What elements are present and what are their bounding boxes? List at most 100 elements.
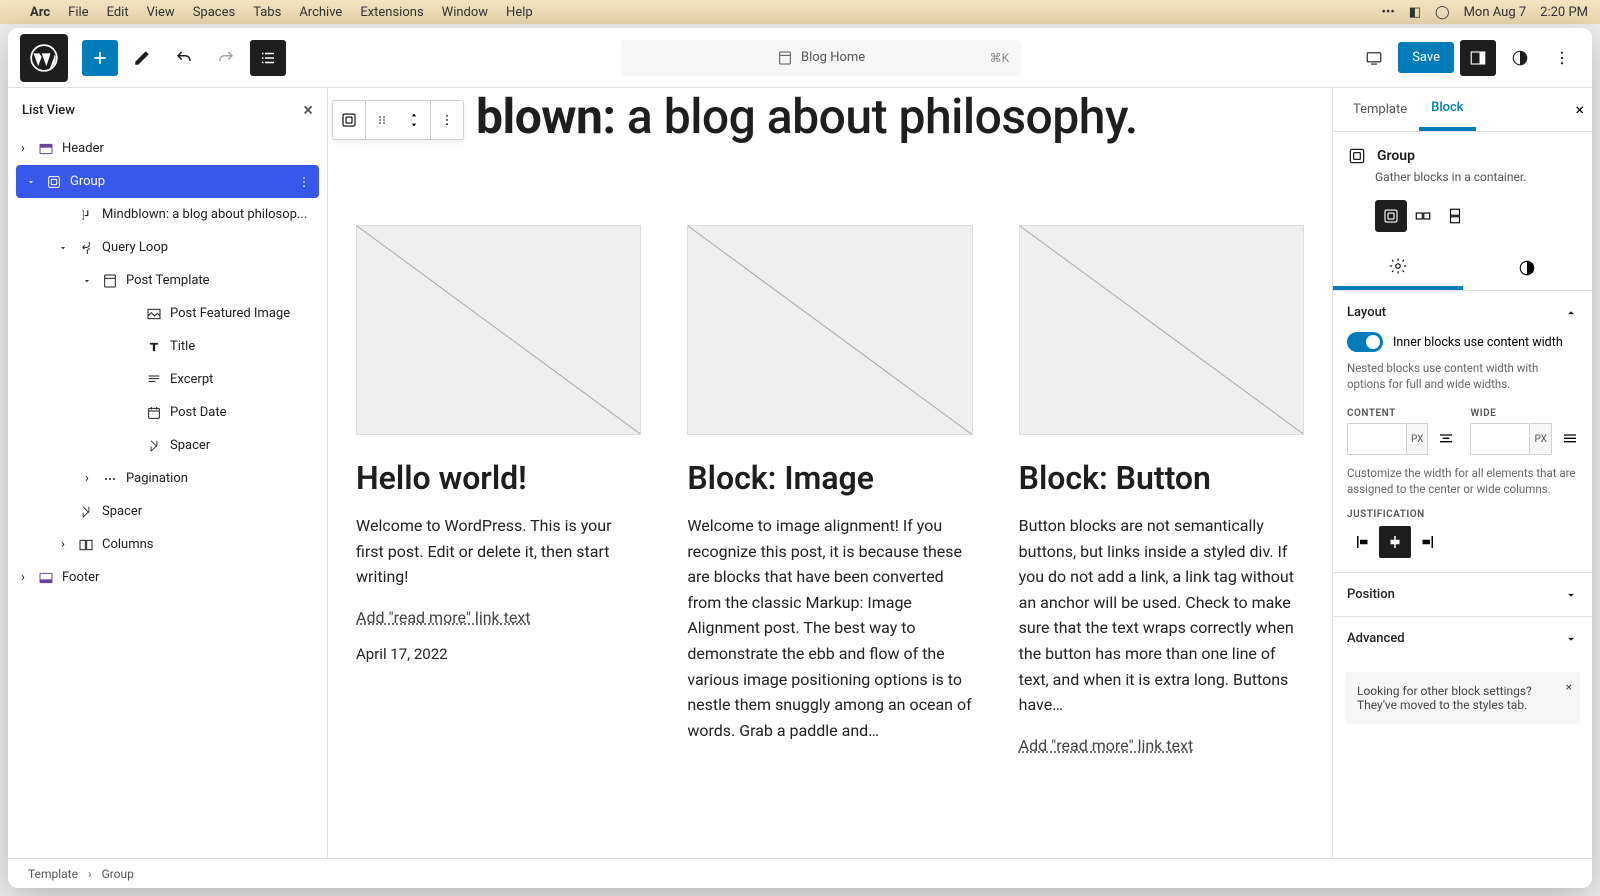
listview-item-spacer1[interactable]: Spacer (8, 429, 327, 462)
size-help-text: Customize the width for all elements tha… (1347, 465, 1578, 497)
post-title[interactable]: Block: Image (687, 459, 972, 497)
group-block-icon (44, 174, 64, 190)
content-align-icon[interactable] (1432, 423, 1460, 455)
listview-item-pagination[interactable]: ›Pagination (8, 462, 327, 495)
menubar-circle-icon[interactable]: ◯ (1435, 5, 1450, 20)
advanced-section-header[interactable]: Advanced (1347, 631, 1578, 646)
move-buttons[interactable] (398, 101, 430, 139)
justify-left-button[interactable] (1347, 526, 1379, 558)
breadcrumb-group[interactable]: Group (102, 867, 134, 881)
post-excerpt[interactable]: Button blocks are not semantically butto… (1019, 513, 1304, 718)
listview-title: List View (22, 103, 75, 118)
listview-close-button[interactable]: × (303, 100, 313, 121)
menu-tabs[interactable]: Tabs (253, 5, 281, 20)
position-section-header[interactable]: Position (1347, 587, 1578, 602)
menu-spaces[interactable]: Spaces (193, 5, 236, 20)
listview-item-more-icon[interactable] (297, 175, 311, 189)
redo-button[interactable] (208, 40, 244, 76)
content-unit[interactable]: PX (1407, 423, 1428, 455)
listview-item-group[interactable]: Group (16, 165, 319, 198)
menubar-time[interactable]: 2:20 PM (1540, 5, 1588, 20)
post-card[interactable]: Block: Button Button blocks are not sema… (1019, 225, 1304, 773)
post-card[interactable]: Block: Image Welcome to image alignment!… (687, 225, 972, 773)
post-title[interactable]: Hello world! (356, 459, 641, 497)
menu-edit[interactable]: Edit (107, 5, 129, 20)
menubar-dots-icon[interactable]: ••• (1382, 5, 1395, 20)
page-heading[interactable]: blown: a blog about philosophy. (476, 88, 1304, 145)
post-card[interactable]: Hello world! Welcome to WordPress. This … (356, 225, 641, 773)
justify-right-button[interactable] (1411, 526, 1443, 558)
layout-section-header[interactable]: Layout (1347, 305, 1578, 320)
featured-image-placeholder[interactable] (356, 225, 641, 435)
menu-extensions[interactable]: Extensions (360, 5, 423, 20)
variation-group[interactable] (1375, 200, 1407, 232)
wide-unit[interactable]: PX (1530, 423, 1551, 455)
tools-button[interactable] (124, 40, 160, 76)
post-title[interactable]: Block: Button (1019, 459, 1304, 497)
styles-button[interactable] (1502, 40, 1538, 76)
featured-image-placeholder[interactable] (1019, 225, 1304, 435)
wide-label: WIDE (1470, 408, 1583, 419)
drag-handle[interactable] (366, 101, 398, 139)
justification-label: JUSTIFICATION (1347, 509, 1578, 520)
post-excerpt[interactable]: Welcome to WordPress. This is your first… (356, 513, 641, 590)
menu-view[interactable]: View (147, 5, 175, 20)
queryloop-block-icon (76, 240, 96, 256)
readmore-link[interactable]: Add "read more" link text (1019, 736, 1194, 755)
listview-item-title[interactable]: Title (8, 330, 327, 363)
notice-close-button[interactable]: × (1566, 680, 1572, 694)
content-width-toggle[interactable] (1347, 332, 1383, 352)
listview-item-postdate[interactable]: Post Date (8, 396, 327, 429)
variation-row[interactable] (1407, 200, 1439, 232)
featured-image-placeholder[interactable] (687, 225, 972, 435)
wide-align-icon[interactable] (1556, 423, 1584, 455)
variation-stack[interactable] (1439, 200, 1471, 232)
menu-window[interactable]: Window (442, 5, 488, 20)
menubar-date[interactable]: Mon Aug 7 (1464, 5, 1527, 20)
breadcrumb-template[interactable]: Template (28, 867, 78, 881)
add-block-button[interactable] (82, 40, 118, 76)
more-options-button[interactable] (1544, 40, 1580, 76)
listview-item-queryloop[interactable]: Query Loop (8, 231, 327, 264)
listview-item-header[interactable]: ›Header (8, 132, 327, 165)
subtab-settings[interactable] (1333, 246, 1463, 290)
pagination-block-icon (100, 471, 120, 487)
wordpress-logo[interactable] (20, 34, 68, 82)
post-excerpt[interactable]: Welcome to image alignment! If you recog… (687, 513, 972, 743)
listview-item-excerpt[interactable]: Excerpt (8, 363, 327, 396)
content-width-input[interactable] (1347, 423, 1407, 455)
undo-button[interactable] (166, 40, 202, 76)
heading-block-icon (76, 208, 96, 222)
tab-template[interactable]: Template (1341, 90, 1419, 129)
block-type-button[interactable] (333, 101, 365, 139)
subtab-styles[interactable] (1463, 246, 1593, 290)
inspector-close-button[interactable]: × (1575, 100, 1584, 119)
settings-panel-button[interactable] (1460, 40, 1496, 76)
content-label: CONTENT (1347, 408, 1460, 419)
menu-file[interactable]: File (68, 5, 88, 20)
menu-archive[interactable]: Archive (299, 5, 342, 20)
settings-notice: Looking for other block settings? They'v… (1345, 672, 1580, 724)
readmore-link[interactable]: Add "read more" link text (356, 608, 531, 627)
tab-block[interactable]: Block (1419, 88, 1475, 131)
listview-item-columns[interactable]: ›Columns (8, 528, 327, 561)
save-button[interactable]: Save (1398, 42, 1454, 73)
block-more-button[interactable] (431, 101, 463, 139)
block-toolbar (332, 100, 464, 140)
justify-center-button[interactable] (1379, 526, 1411, 558)
editor-canvas[interactable]: blown: a blog about philosophy. Hello wo… (328, 88, 1332, 858)
app-name[interactable]: Arc (30, 5, 50, 20)
listview-item-footer[interactable]: ›Footer (8, 561, 327, 594)
group-icon (1347, 146, 1367, 166)
listview-item-featuredimage[interactable]: Post Featured Image (8, 297, 327, 330)
listview-item-spacer2[interactable]: Spacer (8, 495, 327, 528)
view-button[interactable] (1356, 40, 1392, 76)
menubar-status-icon[interactable]: ◧ (1409, 5, 1421, 20)
document-bar[interactable]: Blog Home ⌘K (621, 40, 1021, 76)
post-date[interactable]: April 17, 2022 (356, 645, 641, 663)
listview-item-posttemplate[interactable]: Post Template (8, 264, 327, 297)
wide-width-input[interactable] (1470, 423, 1530, 455)
menu-help[interactable]: Help (506, 5, 533, 20)
listview-button[interactable] (250, 40, 286, 76)
listview-item-heading[interactable]: Mindblown: a blog about philosop... (8, 198, 327, 231)
